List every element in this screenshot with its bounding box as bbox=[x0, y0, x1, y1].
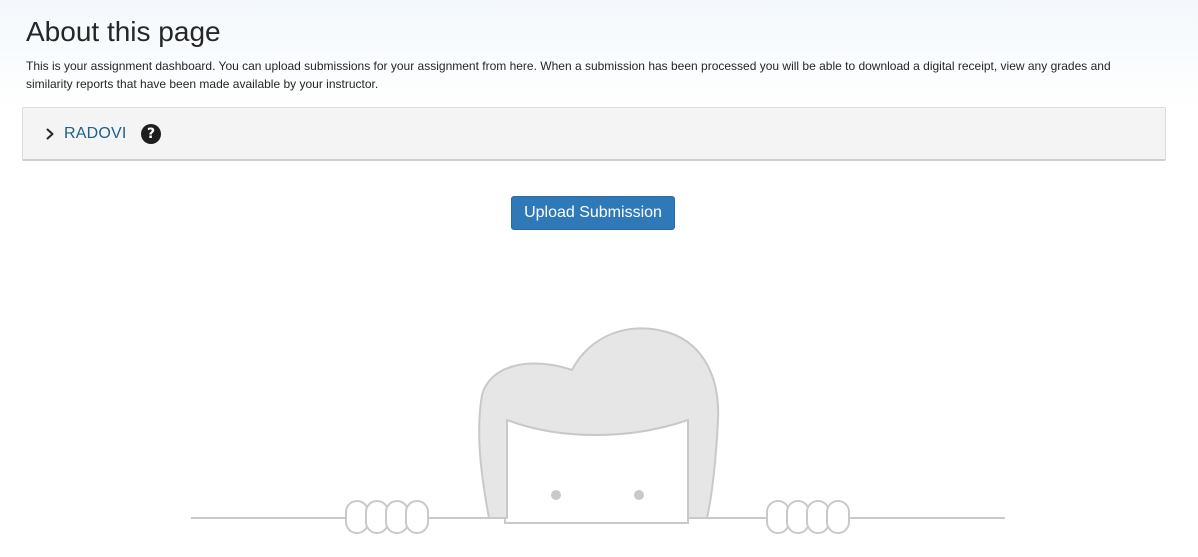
assignment-dashboard: About this page This is your assignment … bbox=[0, 0, 1198, 557]
left-hand bbox=[345, 500, 429, 534]
character-left-eye bbox=[551, 490, 561, 500]
empty-state-illustration bbox=[191, 327, 1005, 534]
character-right-eye bbox=[634, 490, 644, 500]
right-hand bbox=[766, 500, 850, 534]
